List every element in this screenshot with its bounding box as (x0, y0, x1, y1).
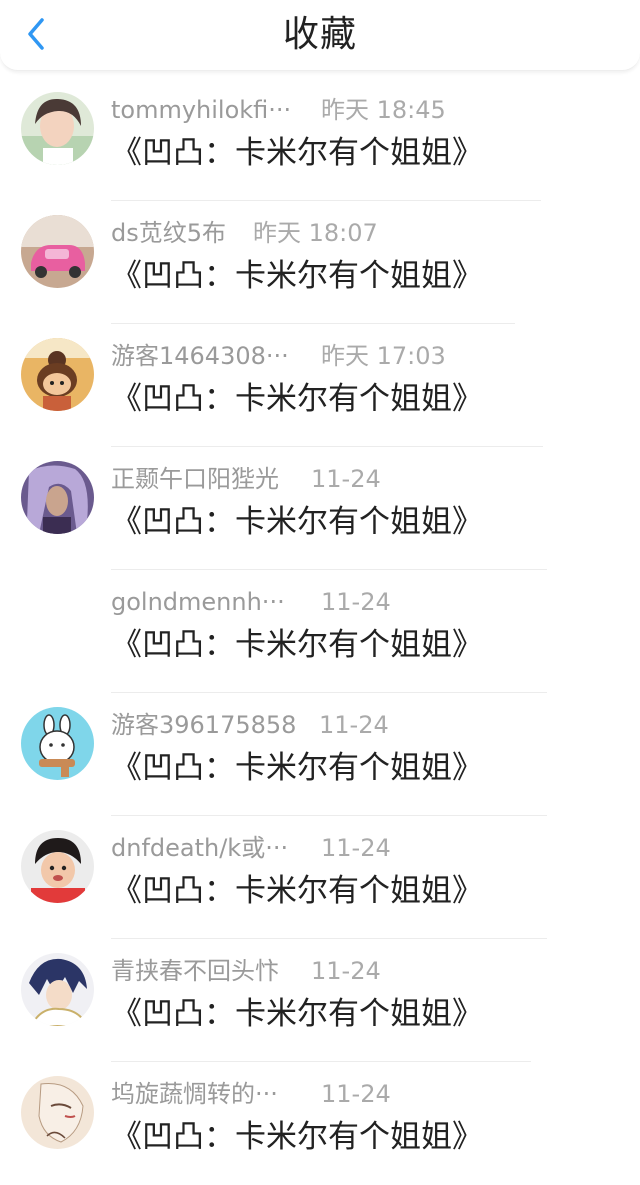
username: 坞旋蔬惆转的··· (111, 1080, 278, 1108)
timestamp: 昨天 18:07 (253, 219, 378, 247)
list-item[interactable]: ds苋纹5布 昨天 18:07 《凹凸：卡米尔有个姐姐》 (0, 201, 640, 324)
timestamp: 11-24 (321, 834, 391, 862)
username: 游客1464308··· (111, 342, 289, 370)
top-bar: 收藏 (0, 0, 640, 71)
list-item[interactable]: 坞旋蔬惆转的··· 11-24 《凹凸：卡米尔有个姐姐》 (0, 1062, 640, 1185)
avatar[interactable] (21, 584, 94, 657)
timestamp: 11-24 (321, 588, 391, 616)
avatar[interactable] (21, 338, 94, 411)
username: 游客396175858 (111, 711, 297, 739)
item-meta: 青挟春不回头忭 11-24 (111, 956, 381, 986)
item-meta: 坞旋蔬惆转的··· 11-24 (111, 1079, 391, 1109)
username: 正颞午口阳狴光 (111, 465, 279, 493)
list-item[interactable]: 游客1464308··· 昨天 17:03 《凹凸：卡米尔有个姐姐》 (0, 324, 640, 447)
list-item[interactable]: dnfdeath/k或··· 11-24 《凹凸：卡米尔有个姐姐》 (0, 816, 640, 939)
avatar[interactable] (21, 707, 94, 780)
favorite-title: 《凹凸：卡米尔有个姐姐》 (111, 627, 483, 663)
favorite-title: 《凹凸：卡米尔有个姐姐》 (111, 135, 483, 171)
list-item[interactable]: 正颞午口阳狴光 11-24 《凹凸：卡米尔有个姐姐》 (0, 447, 640, 570)
timestamp: 11-24 (311, 957, 381, 985)
username: 青挟春不回头忭 (111, 957, 279, 985)
favorites-list: tommyhilokfi··· 昨天 18:45 《凹凸：卡米尔有个姐姐》 ds苋… (0, 78, 640, 1185)
avatar[interactable] (21, 830, 94, 903)
item-meta: tommyhilokfi··· 昨天 18:45 (111, 95, 446, 125)
avatar[interactable] (21, 92, 94, 165)
username: tommyhilokfi··· (111, 96, 292, 124)
item-meta: 游客1464308··· 昨天 17:03 (111, 341, 446, 371)
page-title: 收藏 (282, 14, 357, 55)
username: golndmennh··· (111, 588, 285, 616)
avatar[interactable] (21, 215, 94, 288)
list-item[interactable]: 游客396175858 11-24 《凹凸：卡米尔有个姐姐》 (0, 693, 640, 816)
favorite-title: 《凹凸：卡米尔有个姐姐》 (111, 750, 483, 786)
favorite-title: 《凹凸：卡米尔有个姐姐》 (111, 996, 483, 1032)
item-meta: 正颞午口阳狴光 11-24 (111, 464, 381, 494)
item-meta: dnfdeath/k或··· 11-24 (111, 833, 391, 863)
favorite-title: 《凹凸：卡米尔有个姐姐》 (111, 258, 483, 294)
avatar[interactable] (21, 461, 94, 534)
timestamp: 昨天 18:45 (321, 96, 446, 124)
item-meta: 游客396175858 11-24 (111, 710, 389, 740)
username: ds苋纹5布 (111, 219, 227, 247)
timestamp: 11-24 (319, 711, 389, 739)
avatar[interactable] (21, 953, 94, 1026)
favorite-title: 《凹凸：卡米尔有个姐姐》 (111, 504, 483, 540)
favorite-title: 《凹凸：卡米尔有个姐姐》 (111, 1119, 483, 1155)
item-meta: ds苋纹5布 昨天 18:07 (111, 218, 378, 248)
timestamp: 昨天 17:03 (321, 342, 446, 370)
avatar[interactable] (21, 1076, 94, 1149)
list-item[interactable]: 青挟春不回头忭 11-24 《凹凸：卡米尔有个姐姐》 (0, 939, 640, 1062)
username: dnfdeath/k或··· (111, 834, 289, 862)
favorite-title: 《凹凸：卡米尔有个姐姐》 (111, 381, 483, 417)
list-item[interactable]: tommyhilokfi··· 昨天 18:45 《凹凸：卡米尔有个姐姐》 (0, 78, 640, 201)
timestamp: 11-24 (321, 1080, 391, 1108)
list-item[interactable]: golndmennh··· 11-24 《凹凸：卡米尔有个姐姐》 (0, 570, 640, 693)
item-meta: golndmennh··· 11-24 (111, 587, 391, 617)
favorite-title: 《凹凸：卡米尔有个姐姐》 (111, 873, 483, 909)
timestamp: 11-24 (311, 465, 381, 493)
